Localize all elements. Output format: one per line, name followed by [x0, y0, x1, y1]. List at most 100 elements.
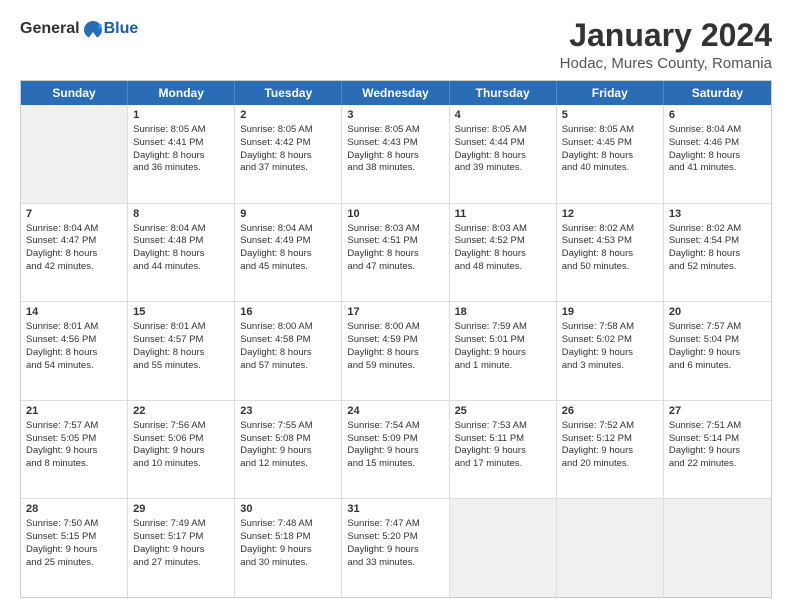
calendar-row: 1Sunrise: 8:05 AMSunset: 4:41 PMDaylight…	[21, 105, 771, 204]
calendar-cell: 31Sunrise: 7:47 AMSunset: 5:20 PMDayligh…	[342, 499, 449, 597]
subtitle: Hodac, Mures County, Romania	[560, 55, 772, 72]
daylight-line: Daylight: 8 hours	[562, 248, 658, 261]
daylight-line: Daylight: 8 hours	[133, 248, 229, 261]
sunset-line: Sunset: 4:44 PM	[455, 137, 551, 150]
day-number: 9	[240, 207, 336, 222]
daylight-line: Daylight: 8 hours	[26, 248, 122, 261]
daylight-line: Daylight: 8 hours	[133, 150, 229, 163]
sunrise-line: Sunrise: 7:48 AM	[240, 518, 336, 531]
sunset-line: Sunset: 4:45 PM	[562, 137, 658, 150]
sunrise-line: Sunrise: 8:01 AM	[133, 321, 229, 334]
daylight-line: Daylight: 8 hours	[240, 150, 336, 163]
daylight-line: Daylight: 9 hours	[562, 347, 658, 360]
sunrise-line: Sunrise: 7:55 AM	[240, 420, 336, 433]
daylight-line: Daylight: 8 hours	[562, 150, 658, 163]
calendar-header: SundayMondayTuesdayWednesdayThursdayFrid…	[21, 81, 771, 105]
sunset-line: Sunset: 5:08 PM	[240, 433, 336, 446]
daylight-minutes-line: and 10 minutes.	[133, 458, 229, 471]
sunrise-line: Sunrise: 8:05 AM	[240, 124, 336, 137]
daylight-minutes-line: and 57 minutes.	[240, 360, 336, 373]
calendar-cell: 20Sunrise: 7:57 AMSunset: 5:04 PMDayligh…	[664, 302, 771, 400]
day-number: 31	[347, 502, 443, 517]
calendar-cell: 18Sunrise: 7:59 AMSunset: 5:01 PMDayligh…	[450, 302, 557, 400]
calendar-cell: 14Sunrise: 8:01 AMSunset: 4:56 PMDayligh…	[21, 302, 128, 400]
calendar-cell	[557, 499, 664, 597]
calendar-cell: 26Sunrise: 7:52 AMSunset: 5:12 PMDayligh…	[557, 401, 664, 499]
daylight-minutes-line: and 40 minutes.	[562, 162, 658, 175]
header-day-monday: Monday	[128, 81, 235, 105]
calendar-row: 14Sunrise: 8:01 AMSunset: 4:56 PMDayligh…	[21, 302, 771, 401]
header-day-sunday: Sunday	[21, 81, 128, 105]
daylight-minutes-line: and 37 minutes.	[240, 162, 336, 175]
day-number: 2	[240, 108, 336, 123]
day-number: 29	[133, 502, 229, 517]
calendar-cell: 29Sunrise: 7:49 AMSunset: 5:17 PMDayligh…	[128, 499, 235, 597]
sunset-line: Sunset: 4:47 PM	[26, 235, 122, 248]
logo-icon	[82, 18, 104, 40]
sunrise-line: Sunrise: 7:51 AM	[669, 420, 766, 433]
calendar-cell: 6Sunrise: 8:04 AMSunset: 4:46 PMDaylight…	[664, 105, 771, 203]
calendar-cell: 3Sunrise: 8:05 AMSunset: 4:43 PMDaylight…	[342, 105, 449, 203]
daylight-minutes-line: and 59 minutes.	[347, 360, 443, 373]
daylight-minutes-line: and 41 minutes.	[669, 162, 766, 175]
day-number: 14	[26, 305, 122, 320]
day-number: 22	[133, 404, 229, 419]
daylight-line: Daylight: 9 hours	[133, 544, 229, 557]
daylight-minutes-line: and 48 minutes.	[455, 261, 551, 274]
calendar-cell	[450, 499, 557, 597]
daylight-line: Daylight: 8 hours	[347, 248, 443, 261]
daylight-minutes-line: and 54 minutes.	[26, 360, 122, 373]
calendar-cell: 27Sunrise: 7:51 AMSunset: 5:14 PMDayligh…	[664, 401, 771, 499]
daylight-line: Daylight: 9 hours	[347, 445, 443, 458]
sunset-line: Sunset: 5:01 PM	[455, 334, 551, 347]
sunset-line: Sunset: 4:43 PM	[347, 137, 443, 150]
daylight-line: Daylight: 8 hours	[26, 347, 122, 360]
calendar-cell: 21Sunrise: 7:57 AMSunset: 5:05 PMDayligh…	[21, 401, 128, 499]
daylight-minutes-line: and 30 minutes.	[240, 557, 336, 570]
sunset-line: Sunset: 5:05 PM	[26, 433, 122, 446]
sunrise-line: Sunrise: 7:49 AM	[133, 518, 229, 531]
daylight-minutes-line: and 47 minutes.	[347, 261, 443, 274]
daylight-minutes-line: and 17 minutes.	[455, 458, 551, 471]
day-number: 4	[455, 108, 551, 123]
calendar-row: 28Sunrise: 7:50 AMSunset: 5:15 PMDayligh…	[21, 499, 771, 597]
day-number: 18	[455, 305, 551, 320]
calendar-cell: 22Sunrise: 7:56 AMSunset: 5:06 PMDayligh…	[128, 401, 235, 499]
sunset-line: Sunset: 4:51 PM	[347, 235, 443, 248]
sunrise-line: Sunrise: 8:03 AM	[347, 223, 443, 236]
sunrise-line: Sunrise: 8:01 AM	[26, 321, 122, 334]
day-number: 3	[347, 108, 443, 123]
sunrise-line: Sunrise: 7:59 AM	[455, 321, 551, 334]
day-number: 13	[669, 207, 766, 222]
calendar-cell: 24Sunrise: 7:54 AMSunset: 5:09 PMDayligh…	[342, 401, 449, 499]
day-number: 5	[562, 108, 658, 123]
sunrise-line: Sunrise: 8:05 AM	[455, 124, 551, 137]
daylight-minutes-line: and 44 minutes.	[133, 261, 229, 274]
calendar-cell	[664, 499, 771, 597]
header-day-thursday: Thursday	[450, 81, 557, 105]
day-number: 20	[669, 305, 766, 320]
daylight-minutes-line: and 15 minutes.	[347, 458, 443, 471]
sunset-line: Sunset: 5:15 PM	[26, 531, 122, 544]
sunset-line: Sunset: 4:58 PM	[240, 334, 336, 347]
calendar-cell: 5Sunrise: 8:05 AMSunset: 4:45 PMDaylight…	[557, 105, 664, 203]
daylight-line: Daylight: 9 hours	[240, 544, 336, 557]
daylight-line: Daylight: 8 hours	[455, 248, 551, 261]
daylight-minutes-line: and 12 minutes.	[240, 458, 336, 471]
sunset-line: Sunset: 4:46 PM	[669, 137, 766, 150]
daylight-minutes-line: and 45 minutes.	[240, 261, 336, 274]
calendar-cell: 19Sunrise: 7:58 AMSunset: 5:02 PMDayligh…	[557, 302, 664, 400]
sunset-line: Sunset: 5:20 PM	[347, 531, 443, 544]
daylight-line: Daylight: 9 hours	[455, 445, 551, 458]
day-number: 24	[347, 404, 443, 419]
calendar-cell	[21, 105, 128, 203]
daylight-line: Daylight: 8 hours	[669, 248, 766, 261]
daylight-line: Daylight: 9 hours	[133, 445, 229, 458]
day-number: 25	[455, 404, 551, 419]
sunrise-line: Sunrise: 8:04 AM	[133, 223, 229, 236]
day-number: 19	[562, 305, 658, 320]
sunrise-line: Sunrise: 8:05 AM	[562, 124, 658, 137]
sunset-line: Sunset: 4:42 PM	[240, 137, 336, 150]
daylight-minutes-line: and 42 minutes.	[26, 261, 122, 274]
sunrise-line: Sunrise: 8:05 AM	[133, 124, 229, 137]
